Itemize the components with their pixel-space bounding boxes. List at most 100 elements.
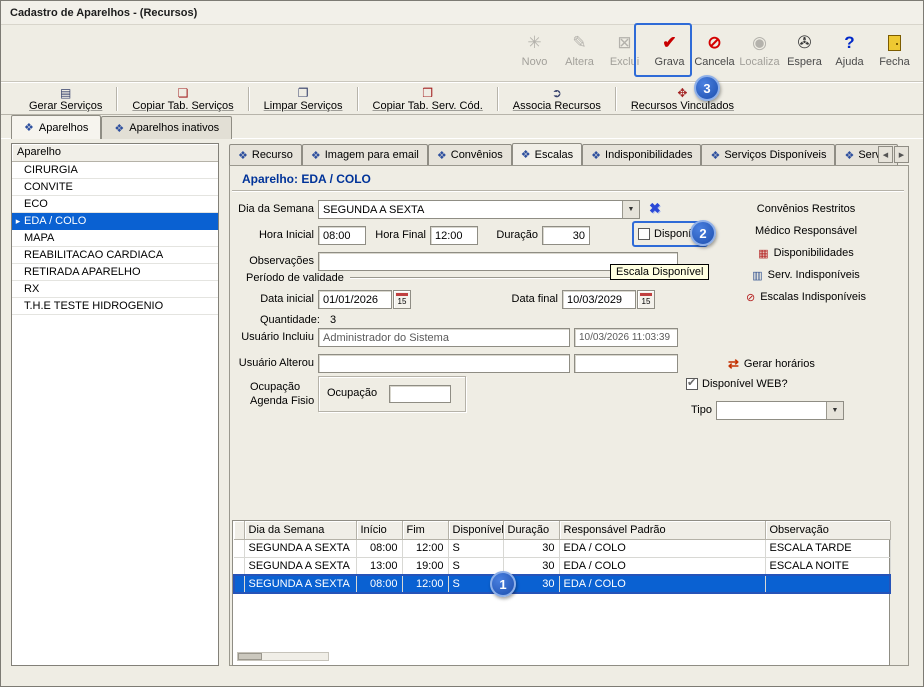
column-header[interactable]: Responsável Padrão: [559, 521, 765, 539]
escalas-form: Aparelho: EDA / COLO Dia da Semana SEGUN…: [229, 165, 909, 666]
hora-final-field[interactable]: 12:00: [430, 226, 478, 245]
calendar-icon[interactable]: 15: [393, 290, 411, 309]
delete-icon: ⊠: [617, 30, 631, 56]
usuario-incluiu-datetime-field[interactable]: 10/03/2026 11:03:39: [574, 328, 678, 347]
horizontal-scrollbar[interactable]: [237, 652, 329, 661]
column-header[interactable]: Início: [356, 521, 402, 539]
diamond-icon: ❖: [311, 149, 321, 162]
serv-indisponiveis-link[interactable]: ▥ Serv. Indisponíveis: [718, 264, 894, 286]
main-tabs: ❖ Aparelhos ❖ Aparelhos inativos: [11, 115, 232, 139]
copiar-tab-serv-cod-button[interactable]: ❒ Copiar Tab. Serv. Cód.: [359, 86, 497, 112]
copiar-tab-icon: ❏: [178, 86, 189, 100]
detail-tab-servi-os-dispon-veis[interactable]: ❖Serviços Disponíveis: [701, 144, 835, 165]
detail-tab-imagem-para-email[interactable]: ❖Imagem para email: [302, 144, 428, 165]
tab-aparelhos[interactable]: ❖ Aparelhos: [11, 115, 101, 139]
column-header[interactable]: Dia da Semana: [244, 521, 356, 539]
table-cell: SEGUNDA A SEXTA: [244, 539, 356, 557]
detail-tab-indisponibilidades[interactable]: ❖Indisponibilidades: [582, 144, 701, 165]
limpar-servicos-button[interactable]: ❐ Limpar Serviços: [250, 86, 357, 112]
hora-inicial-field[interactable]: 08:00: [318, 226, 366, 245]
chevron-down-icon[interactable]: ▼: [622, 201, 639, 218]
gerar-servicos-button[interactable]: ▤ Gerar Serviços: [15, 86, 116, 112]
column-header[interactable]: Fim: [402, 521, 448, 539]
list-item[interactable]: CIRURGIA: [12, 162, 218, 179]
diamond-icon: ❖: [844, 149, 854, 162]
duracao-field[interactable]: 30: [542, 226, 590, 245]
table-cell: ESCALA TARDE: [765, 539, 890, 557]
dia-da-semana-combo[interactable]: SEGUNDA A SEXTA ▼: [318, 200, 640, 219]
disponibilidades-icon: ▦: [758, 247, 768, 260]
convenios-restritos-link[interactable]: Convênios Restritos: [718, 198, 894, 220]
diamond-icon: ❖: [521, 148, 531, 161]
column-header[interactable]: Duração: [503, 521, 559, 539]
ocupacao-field-label: Ocupação: [327, 387, 377, 399]
cancela-button[interactable]: ⊘ Cancela: [692, 26, 737, 80]
annotation-circle-2: 2: [690, 220, 716, 246]
main-toolbar: ✳ Novo ✎ Altera ⊠ Exclui ✔ Grava ⊘ Cance…: [1, 25, 923, 82]
list-item[interactable]: MAPA: [12, 230, 218, 247]
usuario-alterou-datetime-field[interactable]: [574, 354, 678, 373]
usuario-alterou-field[interactable]: [318, 354, 570, 373]
column-header[interactable]: Observação: [765, 521, 890, 539]
table-cell: 30: [503, 557, 559, 575]
table-row[interactable]: SEGUNDA A SEXTA08:0012:00S30EDA / COLO: [234, 575, 890, 593]
hora-final-label: Hora Final: [370, 229, 426, 241]
chevron-down-icon[interactable]: ▼: [826, 402, 843, 419]
table-row[interactable]: SEGUNDA A SEXTA08:0012:00S30EDA / COLOES…: [234, 539, 890, 557]
list-item[interactable]: REABILITACAO CARDIACA: [12, 247, 218, 264]
list-item[interactable]: T.H.E TESTE HIDROGENIO: [12, 298, 218, 315]
row-indicator-cell: [234, 557, 244, 575]
fecha-button[interactable]: Fecha: [872, 26, 917, 80]
usuario-incluiu-field[interactable]: Administrador do Sistema: [318, 328, 570, 347]
diamond-icon: ❖: [437, 149, 447, 162]
row-indicator-cell: [234, 539, 244, 557]
scroll-left-icon[interactable]: ◀: [878, 146, 893, 163]
calendar-icon[interactable]: 15: [637, 290, 655, 309]
exclui-button: ⊠ Exclui: [602, 26, 647, 80]
data-final-field[interactable]: 10/03/2029: [562, 290, 636, 309]
detail-tab-escalas[interactable]: ❖Escalas: [512, 143, 582, 165]
escalas-indisponiveis-link[interactable]: ⊘ Escalas Indisponíveis: [718, 286, 894, 308]
scroll-right-icon[interactable]: ▶: [894, 146, 909, 163]
list-item[interactable]: RX: [12, 281, 218, 298]
scrollbar-thumb[interactable]: [238, 653, 262, 660]
column-header[interactable]: Disponível: [448, 521, 503, 539]
table-cell: 12:00: [402, 575, 448, 593]
copiar-tab-servicos-button[interactable]: ❏ Copiar Tab. Serviços: [118, 86, 247, 112]
disponivel-web-checkbox[interactable]: [686, 378, 698, 390]
disponivel-web-label: Disponível WEB?: [702, 378, 788, 390]
new-icon: ✳: [527, 30, 541, 56]
clear-schedule-icon[interactable]: ✖: [649, 200, 661, 217]
usuario-alterou-label: Usuário Alterou: [234, 357, 314, 369]
medico-responsavel-link[interactable]: Médico Responsável: [718, 220, 894, 242]
table-cell: ESCALA NOITE: [765, 557, 890, 575]
list-item[interactable]: ▸EDA / COLO: [12, 213, 218, 230]
diamond-icon: ❖: [238, 149, 248, 162]
detail-tab-recurso[interactable]: ❖Recurso: [229, 144, 302, 165]
form-header: Aparelho: EDA / COLO: [242, 172, 371, 186]
tipo-combo[interactable]: ▼: [716, 401, 844, 420]
device-list-body: CIRURGIACONVITEECO▸EDA / COLOMAPAREABILI…: [12, 162, 218, 315]
table-cell: S: [448, 539, 503, 557]
disponibilidades-link[interactable]: ▦ Disponibilidades: [718, 242, 894, 264]
ocupacao-field[interactable]: [389, 385, 451, 403]
list-item[interactable]: CONVITE: [12, 179, 218, 196]
gerar-horarios-button[interactable]: ⇄ Gerar horários: [728, 356, 815, 372]
associa-recursos-button[interactable]: ➲ Associa Recursos: [499, 86, 615, 112]
espera-button[interactable]: ✇ Espera: [782, 26, 827, 80]
ajuda-button[interactable]: ? Ajuda: [827, 26, 872, 80]
recursos-vinculados-button[interactable]: ✥ Recursos Vinculados: [617, 86, 748, 112]
table-cell: 12:00: [402, 539, 448, 557]
tab-aparelhos-inativos[interactable]: ❖ Aparelhos inativos: [101, 116, 232, 139]
selected-row-arrow-icon: ▸: [12, 213, 24, 229]
list-item[interactable]: RETIRADA APARELHO: [12, 264, 218, 281]
grava-button[interactable]: ✔ Grava: [647, 26, 692, 80]
device-list-header: Aparelho: [12, 144, 218, 162]
table-row[interactable]: SEGUNDA A SEXTA13:0019:00S30EDA / COLOES…: [234, 557, 890, 575]
list-item[interactable]: ECO: [12, 196, 218, 213]
data-inicial-field[interactable]: 01/01/2026: [318, 290, 392, 309]
detail-tab-conv-nios[interactable]: ❖Convênios: [428, 144, 512, 165]
limpar-servicos-icon: ❐: [298, 86, 309, 100]
table-cell: 08:00: [356, 575, 402, 593]
disponivel-checkbox[interactable]: [638, 228, 650, 240]
